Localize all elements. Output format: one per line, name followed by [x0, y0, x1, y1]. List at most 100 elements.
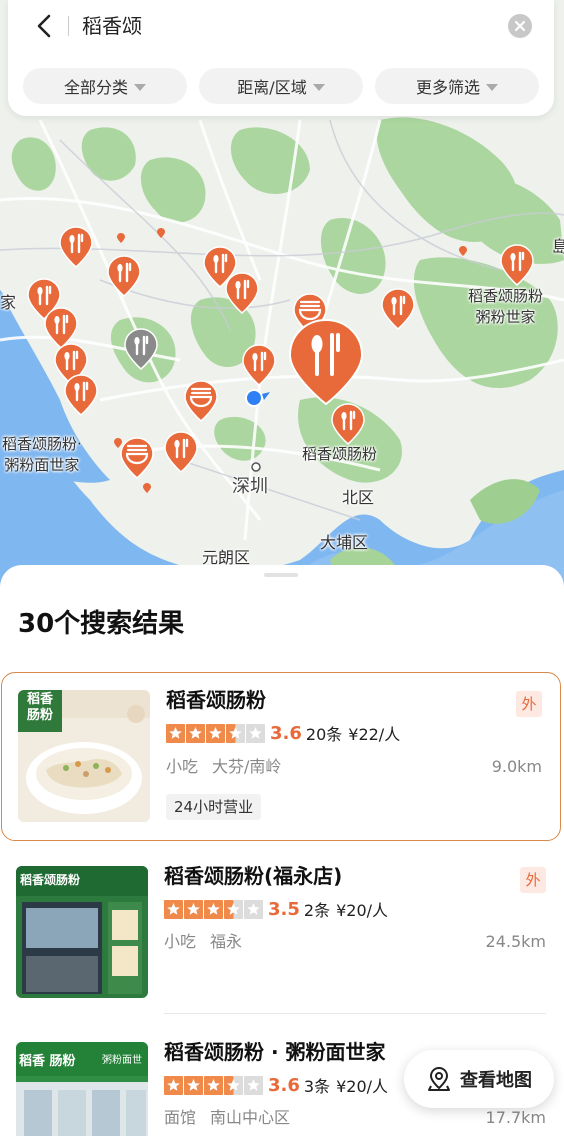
restaurant-pin[interactable]: [107, 255, 141, 297]
avg-price: ¥20/人: [336, 1077, 389, 1096]
map-shop-label[interactable]: 稻香颂肠粉· 粥粉面世家: [2, 434, 82, 476]
review-count: 20条: [305, 725, 343, 744]
star-icon: [226, 723, 245, 743]
result-card[interactable]: 稻香 肠粉 稻香颂肠粉 外 3.6 20条 ¥22/人 小吃 大芬/南岭 9.0k…: [1, 672, 561, 841]
results-title: 30个搜索结果: [18, 609, 185, 639]
star-icon: [244, 899, 263, 919]
thumbnail-logo-line: 肠粉: [26, 708, 53, 723]
map-small-pin[interactable]: [143, 478, 151, 493]
distance: 24.5km: [485, 932, 546, 951]
result-name[interactable]: 稻香颂肠粉 · 粥粉面世家: [164, 1038, 386, 1066]
star-icon: [186, 723, 205, 743]
rating-score: 3.6: [268, 1074, 300, 1096]
map-label-shenzhen: 深圳: [232, 476, 268, 497]
search-input[interactable]: 稻香颂: [82, 12, 142, 40]
star-icon: [204, 899, 223, 919]
selected-restaurant-pin[interactable]: [288, 318, 364, 406]
star-rating: [164, 899, 264, 919]
thumbnail-logo-sub: 粥粉面世: [102, 1055, 142, 1066]
filter-category[interactable]: 全部分类: [23, 68, 187, 104]
restaurant-pin[interactable]: [331, 403, 365, 445]
map-pin-icon: [428, 1066, 450, 1091]
map-shop-label-line: 稻香颂肠粉: [468, 287, 544, 305]
noodle-bowl-pin[interactable]: [120, 437, 154, 479]
restaurant-pin[interactable]: [381, 288, 415, 330]
result-name[interactable]: 稻香颂肠粉: [166, 686, 266, 714]
noodle-bowl-pin[interactable]: [184, 380, 218, 422]
area: 南山中心区: [210, 1108, 291, 1127]
caret-down-icon: [312, 83, 325, 91]
category-area: 面馆 南山中心区: [164, 1107, 290, 1129]
review-count: 3条: [303, 1077, 331, 1096]
clear-search-button[interactable]: [508, 14, 532, 38]
category: 小吃: [166, 757, 199, 776]
map-shop-label-line: 粥粉面世家: [4, 456, 80, 474]
result-name[interactable]: 稻香颂肠粉(福永店): [164, 862, 342, 890]
view-map-button[interactable]: 查看地图: [404, 1050, 554, 1108]
map-label-dapeng: 大埔区: [320, 533, 369, 552]
star-icon: [244, 1075, 263, 1095]
map-small-pin[interactable]: [117, 228, 125, 243]
star-icon: [164, 899, 183, 919]
restaurant-pin[interactable]: [225, 272, 259, 314]
category-area: 小吃 福永: [164, 931, 242, 953]
back-arrow-icon: [37, 14, 51, 38]
close-icon: [514, 20, 526, 32]
star-icon: [166, 723, 185, 743]
filter-distance[interactable]: 距离/区域: [199, 68, 363, 104]
view-map-label: 查看地图: [460, 1070, 532, 1091]
category-area: 小吃 大芬/南岭: [166, 756, 281, 778]
restaurant-pin[interactable]: [64, 374, 98, 416]
open-24h-tag: 24小时营业: [166, 794, 262, 820]
restaurant-pin[interactable]: [59, 226, 93, 268]
review-count: 2条: [303, 901, 331, 920]
avg-price: ¥20/人: [336, 901, 389, 920]
star-icon: [206, 723, 225, 743]
star-rating: [166, 723, 266, 743]
map-shop-label[interactable]: 稻香颂肠粉: [302, 444, 377, 465]
takeout-badge: 外: [516, 691, 542, 717]
star-rating: [164, 1075, 264, 1095]
restaurant-pin[interactable]: [242, 344, 276, 386]
restaurant-pin-closed[interactable]: [124, 328, 158, 370]
rating-score: 3.5: [268, 898, 300, 920]
caret-down-icon: [486, 83, 498, 91]
star-icon: [224, 1075, 243, 1095]
star-icon: [184, 1075, 203, 1095]
filter-more-label: 更多筛选: [415, 78, 480, 97]
star-icon: [184, 899, 203, 919]
star-icon: [204, 1075, 223, 1095]
map-small-pin[interactable]: [157, 223, 165, 238]
restaurant-pin[interactable]: [500, 244, 534, 286]
map-small-pin[interactable]: [459, 241, 467, 256]
filter-distance-label: 距离/区域: [237, 78, 307, 97]
search-divider: [68, 16, 69, 36]
rating-row: 3.5 2条 ¥20/人: [164, 898, 388, 920]
restaurant-pin[interactable]: [164, 431, 198, 473]
result-card[interactable]: 稻香颂肠粉 稻香颂肠粉(福永店) 外 3.5 2条 ¥20/人 小吃 福永 24.…: [0, 859, 564, 1014]
rating-row: 3.6 3条 ¥20/人: [164, 1074, 388, 1096]
caret-down-icon: [134, 83, 146, 91]
result-thumbnail: 稻香 肠粉 粥粉面世: [16, 1042, 148, 1136]
map-shop-label[interactable]: 稻香颂肠粉 粥粉世家: [468, 286, 543, 328]
avg-price: ¥22/人: [348, 725, 401, 744]
filter-more[interactable]: 更多筛选: [375, 68, 539, 104]
category: 小吃: [164, 932, 197, 951]
sheet-drag-handle[interactable]: [264, 573, 298, 577]
thumbnail-logo: 稻香 肠粉: [20, 692, 60, 724]
back-button[interactable]: [32, 12, 58, 40]
result-thumbnail: 稻香 肠粉: [18, 690, 150, 822]
thumbnail-logo: 稻香颂肠粉: [20, 873, 81, 887]
map-label-edge-left: 家: [0, 293, 17, 312]
category: 面馆: [164, 1108, 197, 1127]
result-thumbnail: 稻香颂肠粉: [16, 866, 148, 998]
distance: 9.0km: [491, 757, 542, 776]
area: 福永: [210, 932, 243, 951]
thumbnail-logo: 稻香 肠粉: [19, 1054, 76, 1069]
thumbnail-logo-line: 稻香: [26, 692, 53, 707]
area: 大芬/南岭: [212, 757, 282, 776]
divider: [164, 1013, 546, 1014]
map-shop-label-line: 粥粉世家: [475, 308, 536, 326]
filter-category-label: 全部分类: [63, 78, 128, 97]
star-icon: [164, 1075, 183, 1095]
